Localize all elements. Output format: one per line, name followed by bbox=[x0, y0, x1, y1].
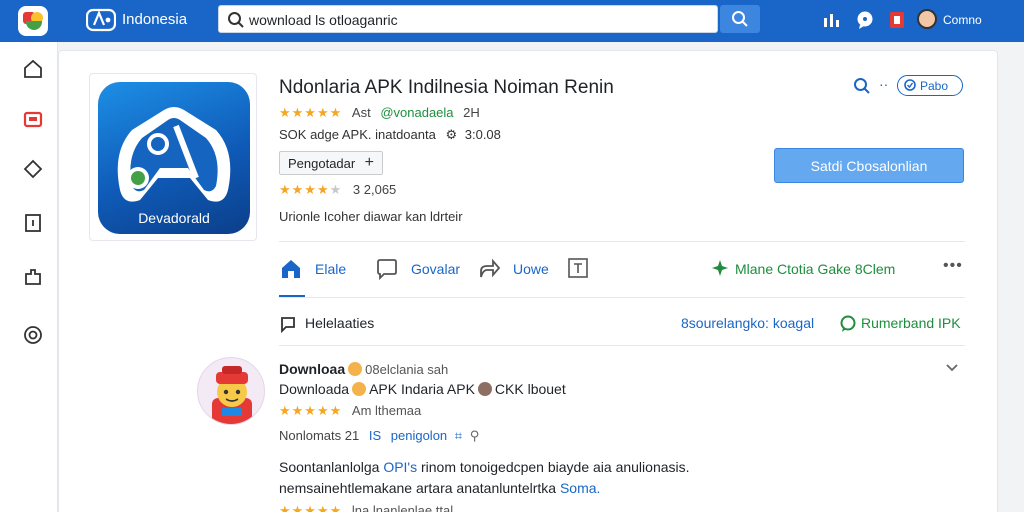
reviewer-avatar[interactable] bbox=[197, 357, 265, 425]
user-avatar[interactable] bbox=[917, 9, 937, 29]
search-button[interactable] bbox=[720, 5, 760, 33]
gear-icon: ⚙ bbox=[445, 127, 458, 142]
tab-home-label: Elale bbox=[315, 261, 347, 277]
more-options-icon[interactable]: ••• bbox=[943, 257, 963, 275]
app-icon[interactable]: Devadorald bbox=[98, 82, 250, 234]
rating-suffix: 2H bbox=[463, 105, 480, 120]
review-footer-row: ★★★★★ lna lnanlenlae ttal bbox=[279, 503, 453, 512]
face-emoji-icon bbox=[352, 382, 367, 396]
cartoon-avatar-icon bbox=[212, 366, 252, 424]
review-body-1: Soontanlanlolga OPI's rinom tonoigedcpen… bbox=[279, 459, 690, 475]
search-input[interactable] bbox=[249, 9, 709, 31]
app-logo-icon[interactable] bbox=[18, 6, 48, 36]
home-filled-icon bbox=[282, 260, 300, 278]
reviewer-name[interactable]: Downloaa bbox=[279, 361, 345, 377]
more-dots-icon[interactable]: ·· bbox=[879, 76, 888, 92]
highlights-label: Helelaaties bbox=[305, 315, 375, 331]
hashtag-icon: ⌗ bbox=[454, 428, 463, 443]
chart-icon[interactable] bbox=[822, 10, 842, 30]
smile-emoji-icon bbox=[348, 362, 363, 376]
divider bbox=[279, 345, 965, 346]
divider bbox=[279, 297, 965, 298]
chevron-down-icon[interactable] bbox=[945, 363, 959, 373]
review-meta-b[interactable]: IS bbox=[369, 428, 381, 443]
app-detail-card: Devadorald Ndonlaria APK Indilnesia Noim… bbox=[58, 50, 998, 512]
text-box-icon bbox=[568, 258, 588, 278]
developer-link[interactable]: @vonadaela bbox=[380, 105, 453, 120]
rating-prefix: Ast bbox=[351, 105, 371, 120]
chat-bubble-icon bbox=[377, 259, 397, 281]
category-tag-button[interactable]: Pengotadar + bbox=[279, 151, 383, 175]
app-icon-label: Devadorald bbox=[138, 210, 210, 226]
pill-label: Pabo bbox=[920, 79, 949, 93]
sparkle-icon bbox=[712, 260, 728, 276]
diamond-outline-icon[interactable] bbox=[22, 158, 44, 180]
left-rail bbox=[0, 42, 58, 512]
review-body-1c: rinom tonoigedcpen biayde aia anulionasi… bbox=[421, 459, 690, 475]
plus-icon: + bbox=[364, 154, 374, 171]
folder-red-icon[interactable] bbox=[22, 108, 44, 130]
tab-right-label: Mlane Ctotia Gake 8Clem bbox=[735, 261, 896, 277]
review-subtitle: 08elclania sah bbox=[365, 362, 449, 377]
category-tag-label: Pengotadar bbox=[288, 156, 356, 171]
meta-text: SOK adge APK. inatdoanta bbox=[279, 127, 436, 142]
tab-reviews-label: Govalar bbox=[411, 261, 461, 277]
chat-icon[interactable] bbox=[855, 10, 875, 30]
chat-green-icon bbox=[840, 315, 856, 332]
share-icon bbox=[480, 258, 501, 278]
app-description: Urionle Icoher diawar kan ldrteir bbox=[279, 209, 463, 224]
search-box[interactable] bbox=[218, 5, 718, 33]
score-row: ★★★★★ 3 2,065 bbox=[279, 182, 396, 198]
search-icon[interactable] bbox=[853, 77, 871, 95]
home-outline-icon[interactable] bbox=[22, 58, 44, 80]
rating-stars: ★★★★★ bbox=[279, 105, 343, 120]
score-stars: ★★★★ bbox=[279, 182, 330, 197]
review-body-2: nemsainehtlemakane artara anatanluntelrt… bbox=[279, 480, 600, 496]
review-title-c: CKK lbouet bbox=[494, 381, 566, 397]
top-bar: Indonesia Comno bbox=[0, 0, 1024, 42]
review-body-2b[interactable]: Soma. bbox=[560, 480, 600, 496]
tab-share-label: Uowe bbox=[513, 261, 549, 277]
review-title-a: Downloada bbox=[279, 381, 350, 397]
app-title: Ndonlaria APK Indilnesia Noiman Renin bbox=[279, 77, 614, 98]
review-meta-c[interactable]: penigolon bbox=[391, 428, 447, 443]
review-body-1a: Soontanlanlolga bbox=[279, 459, 380, 475]
highlights-link-blue[interactable]: 8sourelangko: koagal bbox=[681, 315, 814, 331]
brand-name[interactable]: Indonesia bbox=[122, 11, 187, 28]
magnifier-icon: ⚲ bbox=[469, 428, 480, 443]
review-stars-label: Am lthemaa bbox=[351, 403, 422, 418]
review-footer-text: lna lnanlenlae ttal bbox=[351, 503, 454, 512]
flag-icon bbox=[281, 317, 295, 333]
review-title-b: APK Indaria APK bbox=[369, 381, 475, 397]
review-body-2a: nemsainehtlemakane artara anatanluntelrt… bbox=[279, 480, 557, 496]
meta-version: 3:0.08 bbox=[464, 127, 501, 142]
review-line-2: Downloada APK Indaria APK CKK lbouet bbox=[279, 381, 566, 397]
review-footer-stars: ★★★★★ bbox=[279, 503, 343, 512]
gamepad-brand-icon bbox=[86, 8, 116, 32]
notification-icon[interactable] bbox=[887, 10, 907, 30]
wishlist-icon bbox=[904, 79, 916, 91]
app-icon-frame: Devadorald bbox=[89, 73, 257, 241]
pabo-pill-button[interactable]: Pabo bbox=[897, 75, 963, 96]
review-meta-row: Nonlomats 21 IS penigolon ⌗ ⚲ bbox=[279, 428, 479, 444]
review-stars: ★★★★★ bbox=[279, 403, 343, 418]
meta-row: SOK adge APK. inatdoanta ⚙ 3:0.08 bbox=[279, 127, 501, 143]
document-icon[interactable] bbox=[22, 212, 44, 234]
search-icon bbox=[228, 12, 244, 28]
rating-row: ★★★★★ Ast @vonadaela 2H bbox=[279, 105, 480, 121]
install-button[interactable]: Satdi Cbosalonlian bbox=[774, 148, 964, 183]
puzzle-icon[interactable] bbox=[22, 266, 44, 288]
review-line-1: Downloaa 08elclania sah bbox=[279, 361, 448, 377]
user-name[interactable]: Comno bbox=[943, 13, 982, 27]
face-dark-emoji-icon bbox=[477, 382, 492, 396]
divider bbox=[279, 241, 965, 242]
review-rating-row: ★★★★★ Am lthemaa bbox=[279, 403, 421, 419]
review-meta-a: Nonlomats 21 bbox=[279, 428, 360, 443]
score-half-star: ★ bbox=[329, 182, 342, 197]
score-count: 3 2,065 bbox=[352, 182, 397, 197]
target-icon[interactable] bbox=[22, 324, 44, 346]
highlights-link-green-label: Rumerband IPK bbox=[861, 315, 961, 331]
review-body-1b[interactable]: OPI's bbox=[383, 459, 417, 475]
search-button-icon bbox=[732, 11, 748, 27]
